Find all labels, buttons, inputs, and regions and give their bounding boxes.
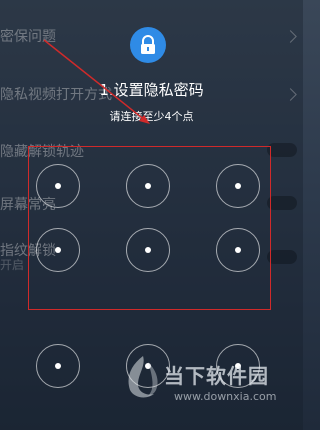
watermark-url: www.downxia.com bbox=[174, 390, 277, 403]
watermark: 当下软件园 www.downxia.com bbox=[120, 352, 300, 412]
watermark-name: 当下软件园 bbox=[164, 364, 269, 388]
downxia-logo-icon bbox=[128, 356, 158, 398]
